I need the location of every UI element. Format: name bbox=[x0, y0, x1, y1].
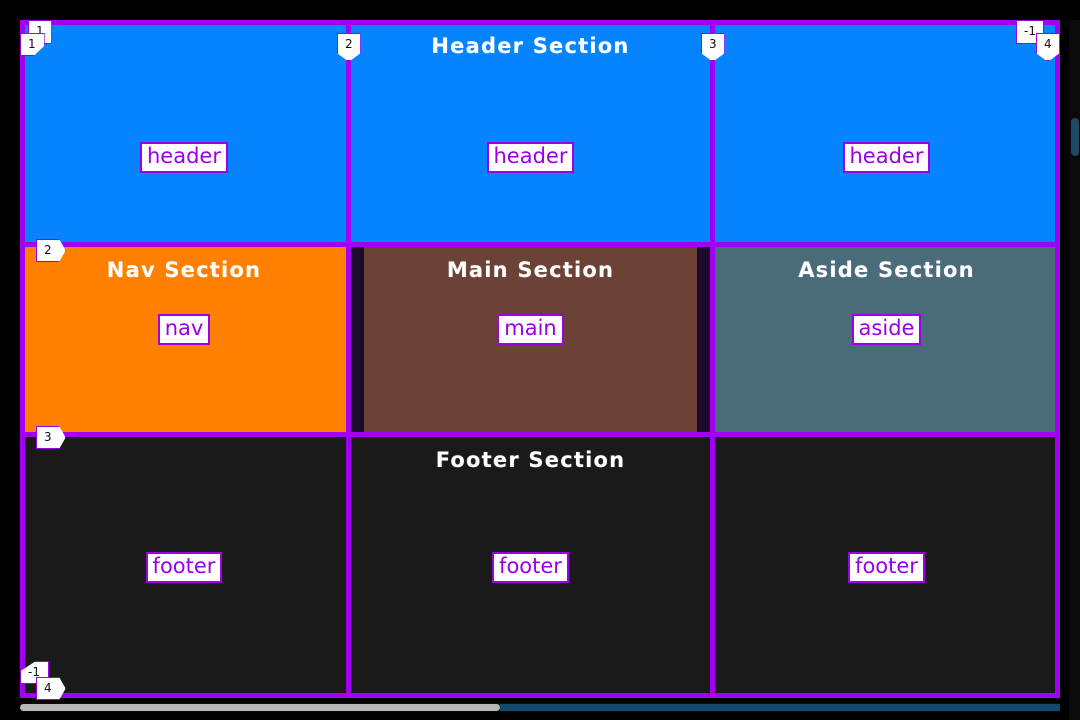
element-tag-header-3: header bbox=[842, 142, 931, 173]
grid-cell-main[interactable]: Main Section main bbox=[348, 244, 713, 434]
element-tag-footer-1: footer bbox=[145, 552, 223, 583]
horizontal-scrollbar-remainder bbox=[500, 704, 1060, 711]
grid-container: header Header Section header header Nav … bbox=[20, 20, 1060, 698]
browser-viewport: header Header Section header header Nav … bbox=[0, 0, 1080, 720]
inspected-page: header Header Section header header Nav … bbox=[20, 20, 1060, 700]
grid-cell-header-1[interactable]: header bbox=[20, 20, 348, 244]
grid-cell-footer-2[interactable]: Footer Section footer bbox=[348, 434, 713, 698]
grid-cell-aside[interactable]: Aside Section aside bbox=[713, 244, 1060, 434]
grid-cell-header-2[interactable]: Header Section header bbox=[348, 20, 713, 244]
element-tag-nav: nav bbox=[157, 314, 211, 345]
aside-section-title: Aside Section bbox=[798, 258, 975, 282]
footer-section-title: Footer Section bbox=[435, 448, 626, 472]
main-section-title: Main Section bbox=[446, 258, 615, 282]
element-tag-header-2: header bbox=[486, 142, 575, 173]
grid-cell-nav[interactable]: Nav Section nav bbox=[20, 244, 348, 434]
horizontal-scrollbar-thumb[interactable] bbox=[20, 704, 500, 711]
header-section-title: Header Section bbox=[431, 34, 630, 58]
main-content-box: Main Section main bbox=[364, 244, 697, 434]
grid-cell-footer-1[interactable]: footer bbox=[20, 434, 348, 698]
grid-cell-footer-3[interactable]: footer bbox=[713, 434, 1060, 698]
vertical-scrollbar-thumb[interactable] bbox=[1071, 118, 1079, 156]
element-tag-aside: aside bbox=[851, 314, 922, 345]
vertical-scrollbar-track[interactable] bbox=[1069, 20, 1080, 720]
nav-section-title: Nav Section bbox=[106, 258, 262, 282]
element-tag-main: main bbox=[497, 314, 564, 345]
element-tag-footer-2: footer bbox=[492, 552, 569, 583]
element-tag-footer-3: footer bbox=[848, 552, 925, 583]
element-tag-header-1: header bbox=[140, 142, 228, 173]
grid-cell-header-3[interactable]: header bbox=[713, 20, 1060, 244]
